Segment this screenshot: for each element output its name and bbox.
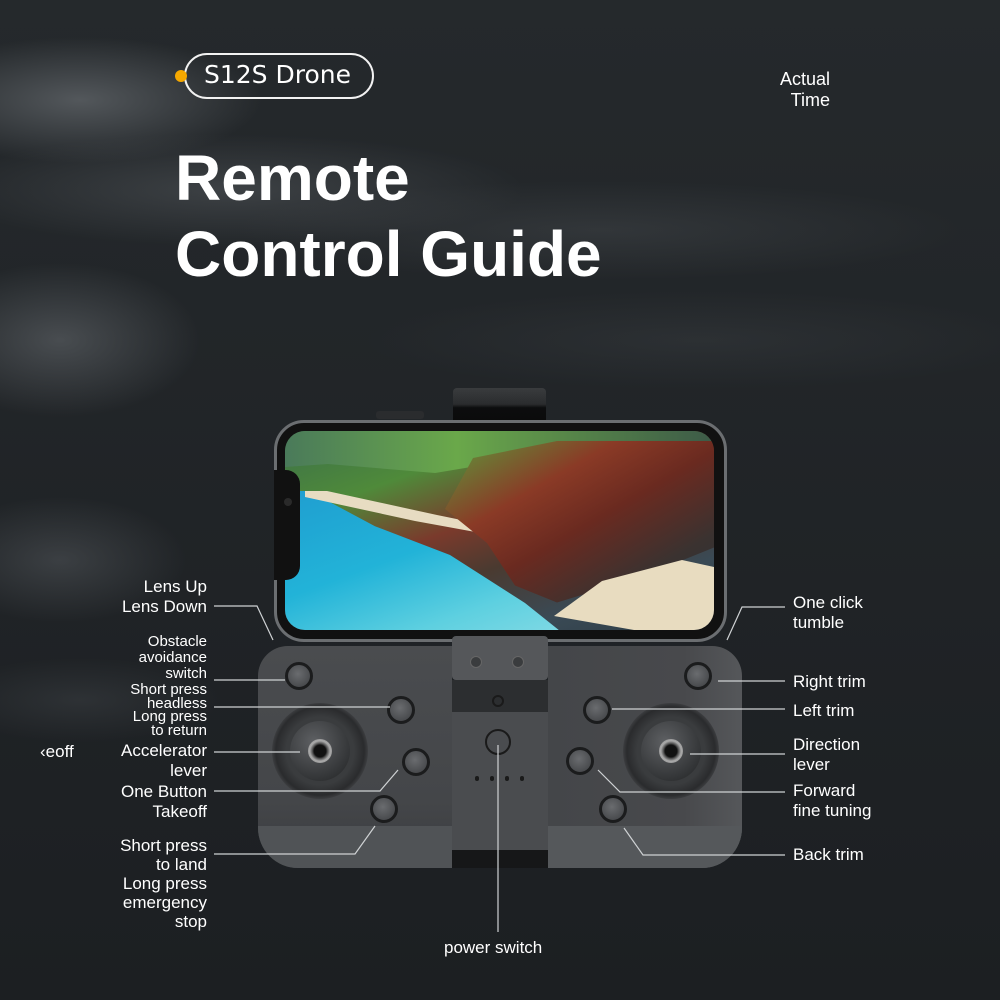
label-line: to land bbox=[155, 855, 207, 874]
label-line: Takeoff bbox=[152, 802, 207, 821]
label-line: Accelerator bbox=[121, 741, 207, 760]
label-line: Forward bbox=[793, 781, 856, 800]
label-left-trim: Left trim bbox=[793, 701, 855, 720]
label-line: to return bbox=[151, 721, 207, 739]
label-takeoff: One Button Takeoff bbox=[121, 782, 207, 822]
label-line: Long press bbox=[122, 874, 207, 893]
label-right-trim: Right trim bbox=[793, 672, 866, 691]
callout-line-lens bbox=[214, 605, 274, 641]
callout-line-tumble bbox=[726, 606, 785, 641]
label-lens-down: Lens Down bbox=[121, 597, 207, 616]
label-cut-off-fragment: ‹eoff bbox=[40, 742, 74, 761]
label-forward: Forward fine tuning bbox=[793, 781, 871, 821]
label-lens: Lens Up Lens Down bbox=[122, 577, 207, 617]
label-power-switch: power switch bbox=[444, 938, 543, 957]
label-line: Short press bbox=[120, 836, 207, 855]
callout-line-takeoff bbox=[214, 769, 399, 792]
callout-line-back-trim bbox=[623, 827, 785, 856]
label-line: switch bbox=[165, 665, 207, 682]
label-line: avoidance bbox=[138, 649, 207, 666]
callout-line-forward bbox=[597, 769, 785, 793]
label-accelerator: Accelerator lever bbox=[121, 741, 207, 781]
label-line: fine tuning bbox=[793, 801, 872, 820]
label-line: One click bbox=[793, 593, 863, 612]
label-line: One Button bbox=[120, 782, 207, 801]
label-line: Direction bbox=[793, 735, 861, 754]
label-line: Obstacle bbox=[147, 633, 207, 650]
callout-line-land bbox=[214, 825, 376, 855]
label-line: stop bbox=[174, 912, 207, 931]
label-direction: Direction lever bbox=[793, 735, 860, 775]
label-headless: Short press headless Long press to retur… bbox=[130, 682, 207, 739]
label-line: lever bbox=[170, 761, 207, 780]
label-line: emergency bbox=[122, 893, 207, 912]
label-line: lever bbox=[793, 755, 830, 774]
label-obstacle: Obstacle avoidance switch bbox=[139, 634, 207, 682]
label-land: Short press to land Long press emergency… bbox=[120, 836, 207, 931]
label-tumble: One click tumble bbox=[793, 593, 863, 633]
label-line: tumble bbox=[793, 613, 845, 632]
label-lens-up: Lens Up bbox=[143, 577, 207, 596]
label-back-trim: Back trim bbox=[793, 845, 864, 864]
